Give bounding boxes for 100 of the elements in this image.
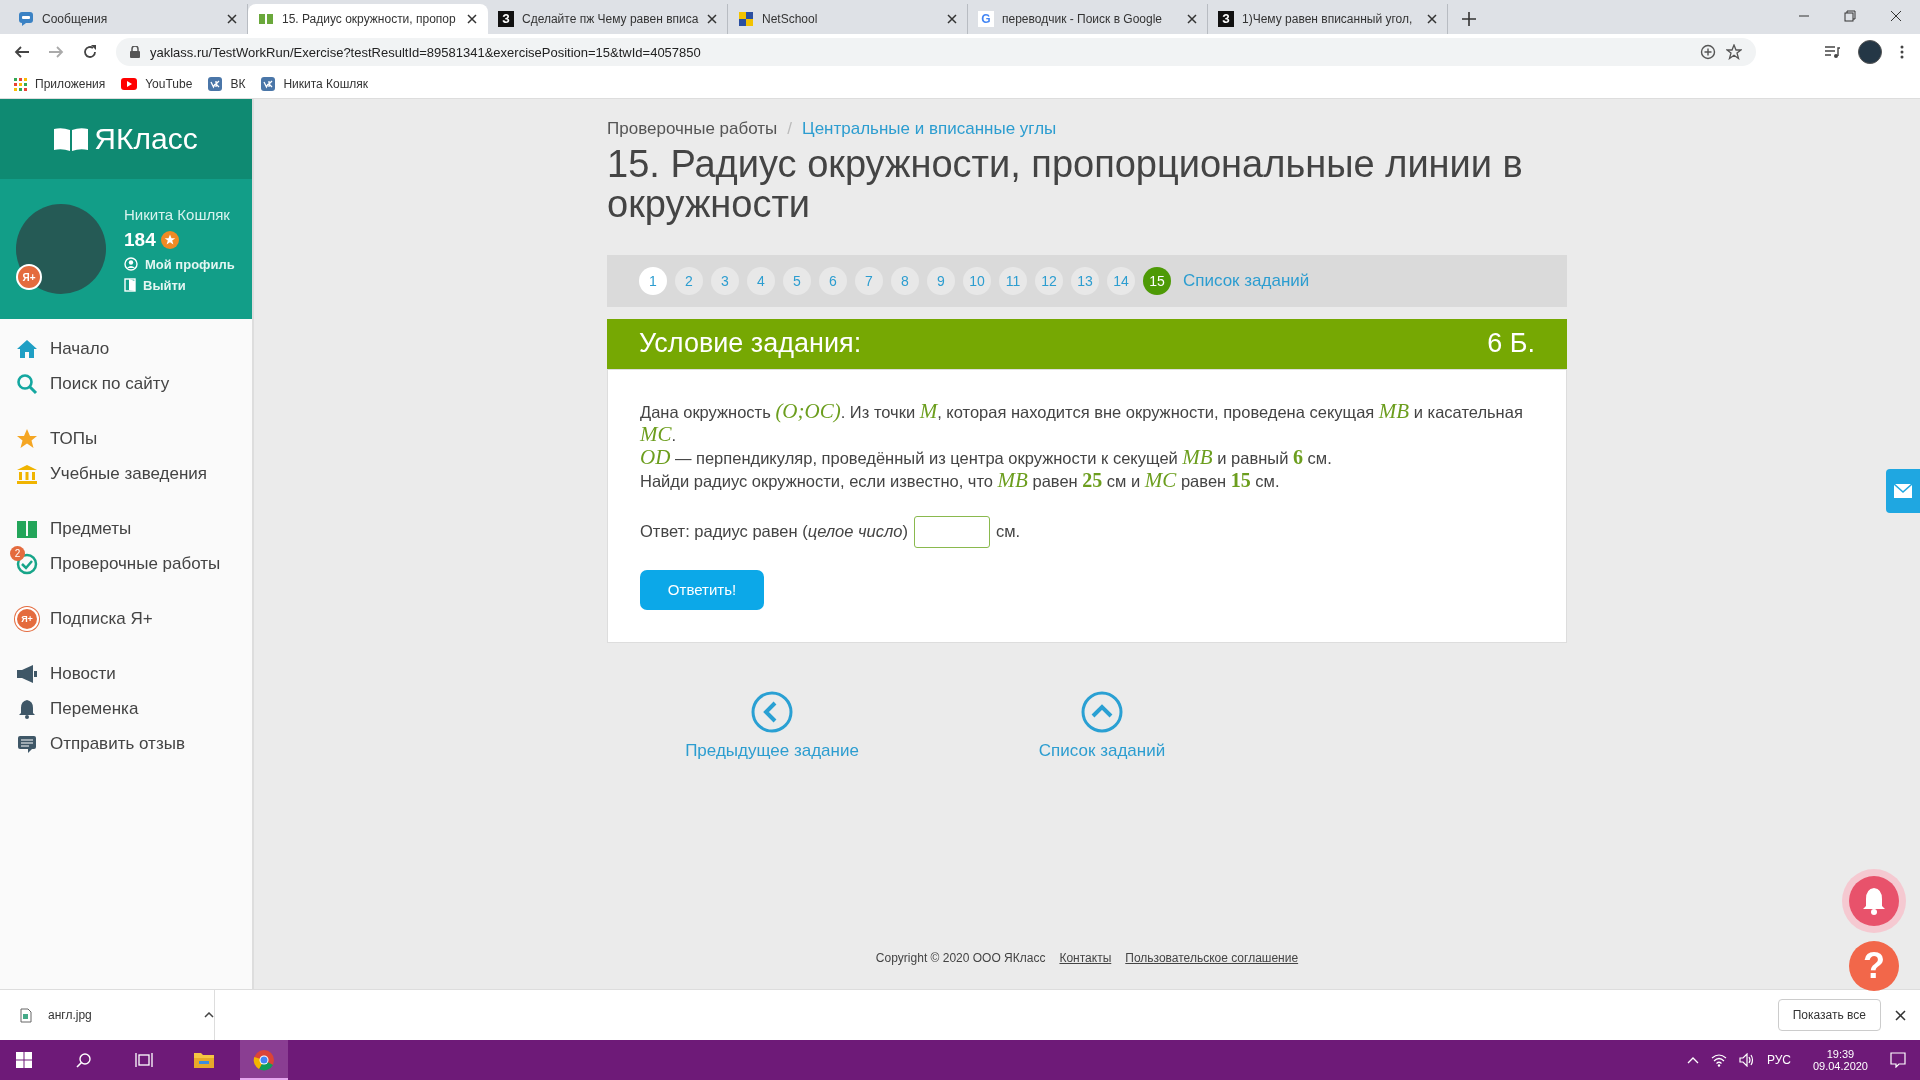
notification-icon[interactable] xyxy=(1890,1052,1906,1068)
wifi-icon[interactable] xyxy=(1710,1053,1727,1067)
sidebar-item[interactable]: Отправить отзыв xyxy=(0,726,252,761)
sidebar-item[interactable]: Предметы xyxy=(0,511,252,546)
show-all-button[interactable]: Показать все xyxy=(1777,999,1881,1031)
logo-icon: G xyxy=(978,11,994,27)
logo-icon xyxy=(261,77,276,91)
menu-icon[interactable] xyxy=(1900,45,1904,59)
speaker-icon[interactable] xyxy=(1738,1053,1755,1067)
task-text: OD — перпендикуляр, проведённый из центра окружности к секущей MB и равный 6 см. xyxy=(640,445,1333,469)
close-icon[interactable] xyxy=(1427,14,1437,24)
sidebar-item[interactable]: ТОПы xyxy=(0,421,252,456)
star-coin-icon xyxy=(160,230,179,249)
caret-up-icon xyxy=(204,1012,214,1018)
comment-icon xyxy=(17,733,37,754)
lock-icon xyxy=(130,46,140,58)
taskbar-button[interactable] xyxy=(240,1040,288,1080)
sidebar-item[interactable]: Поиск по сайту xyxy=(0,366,252,401)
close-icon[interactable] xyxy=(1890,10,1902,22)
task-header-title: Условие задания: xyxy=(639,328,862,360)
page-title: 15. Радиус окружности, пропорциональные линии в окружности xyxy=(607,145,1524,225)
apps-grid-icon xyxy=(14,77,27,91)
search-icon xyxy=(16,372,38,395)
page-number[interactable]: 15 xyxy=(1143,266,1171,295)
tab-title: переводчик - Поиск в Google xyxy=(1002,12,1164,26)
close-icon[interactable] xyxy=(947,14,957,24)
logo-icon xyxy=(208,77,223,91)
play-logo-icon xyxy=(121,78,138,90)
bookmark[interactable]: Приложения xyxy=(14,77,106,91)
back-icon[interactable] xyxy=(14,44,30,60)
chevron-up-icon[interactable] xyxy=(1686,1056,1699,1064)
bell-icon xyxy=(1861,887,1887,915)
windows-icon xyxy=(16,1052,32,1068)
close-icon[interactable] xyxy=(707,14,717,24)
feedback-tab[interactable] xyxy=(1886,469,1920,513)
answer-label: Ответ: радиус равен (целое число) xyxy=(640,522,908,542)
tab-title: Сообщения xyxy=(42,12,109,26)
plus-icon[interactable] xyxy=(1462,12,1476,26)
add-circle-icon[interactable] xyxy=(1700,44,1716,60)
subscription-badge: Я+ xyxy=(17,608,37,629)
grid-icon xyxy=(738,11,754,27)
tab-title: Сделайте пж Чему равен вписа xyxy=(522,12,699,26)
megaphone-icon xyxy=(16,663,38,684)
subscription-badge: Я+ xyxy=(16,264,42,290)
notification-count: 2 xyxy=(10,545,25,561)
reload-icon[interactable] xyxy=(82,44,98,60)
address-bar[interactable]: yaklass.ru/TestWorkRun/Exercise?testResultId=89581341&exercisePosition=15&twId=4057850 xyxy=(116,38,1756,66)
bookmark[interactable]: ВК xyxy=(208,77,246,91)
browser-icon xyxy=(253,1049,275,1071)
sidebar-item[interactable]: Переменка xyxy=(0,691,252,726)
home-icon xyxy=(16,338,38,359)
bookmark[interactable]: YouTube xyxy=(121,77,193,91)
profile-avatar[interactable] xyxy=(1858,40,1882,64)
left-arrow-circle-icon xyxy=(751,690,793,733)
close-icon[interactable] xyxy=(227,14,237,24)
media-queue-icon[interactable] xyxy=(1824,45,1840,59)
book-icon xyxy=(16,519,38,538)
search-icon xyxy=(76,1052,92,1068)
file-icon xyxy=(20,1007,32,1023)
tab-title: 15. Радиус окружности, пропор xyxy=(282,12,457,26)
answer-field[interactable] xyxy=(914,515,990,548)
logo-icon: З xyxy=(498,11,514,27)
book-icon xyxy=(258,11,274,27)
breadcrumb-link[interactable]: Проверочные работы xyxy=(607,119,778,139)
points-count: 184 xyxy=(124,228,156,251)
clock[interactable]: 19:39 09.04.2020 xyxy=(1812,1048,1868,1072)
unit-label: см. xyxy=(996,522,1021,542)
star-icon xyxy=(16,427,38,450)
restore-icon[interactable] xyxy=(1844,10,1856,22)
folder-icon xyxy=(193,1051,215,1069)
tab-title: 1)Чему равен вписанный угол, xyxy=(1242,12,1414,26)
language-indicator[interactable]: РУС xyxy=(1766,1053,1791,1067)
logo-text[interactable]: ЯКласс xyxy=(94,122,198,156)
browser-tab[interactable]: 15. Радиус окружности, пропор xyxy=(248,4,488,34)
open-book-icon xyxy=(54,127,89,151)
sidebar-item[interactable]: Новости xyxy=(0,656,252,691)
score-label: 6 Б. xyxy=(1487,328,1535,360)
up-arrow-circle-icon xyxy=(1081,690,1123,733)
chat-icon xyxy=(18,11,34,27)
sidebar-item[interactable]: Учебные заведения xyxy=(0,456,252,491)
footer-link[interactable]: Контакты xyxy=(1059,951,1112,965)
star-icon[interactable] xyxy=(1726,44,1742,60)
door-icon xyxy=(124,278,136,292)
close-icon[interactable] xyxy=(1895,1009,1906,1021)
breadcrumb-separator: / xyxy=(787,119,793,139)
sidebar-item[interactable]: Начало xyxy=(0,331,252,366)
tab-title: NetSchool xyxy=(762,12,819,26)
person-icon xyxy=(124,257,138,271)
close-icon[interactable] xyxy=(1187,14,1197,24)
bell-icon xyxy=(17,698,37,719)
sidebar-item[interactable]: 2 Проверочные работы xyxy=(0,546,252,581)
task-text: Дана окружность (O;OC). Из точки M, которая находится вне окружности, проведена секущая MB и касательная MC. xyxy=(640,399,1524,446)
footer-link[interactable]: Пользовательское соглашение xyxy=(1125,951,1299,965)
copyright-text: Copyright © 2020 ООО ЯКласс xyxy=(875,951,1046,965)
bookmark[interactable]: Никита Кошляк xyxy=(261,77,369,91)
close-icon[interactable] xyxy=(467,14,477,24)
envelope-icon xyxy=(1894,484,1912,498)
sidebar-item[interactable]: Я+ Подписка Я+ xyxy=(0,601,252,636)
task-view-icon xyxy=(135,1052,153,1068)
building-icon xyxy=(16,463,38,484)
